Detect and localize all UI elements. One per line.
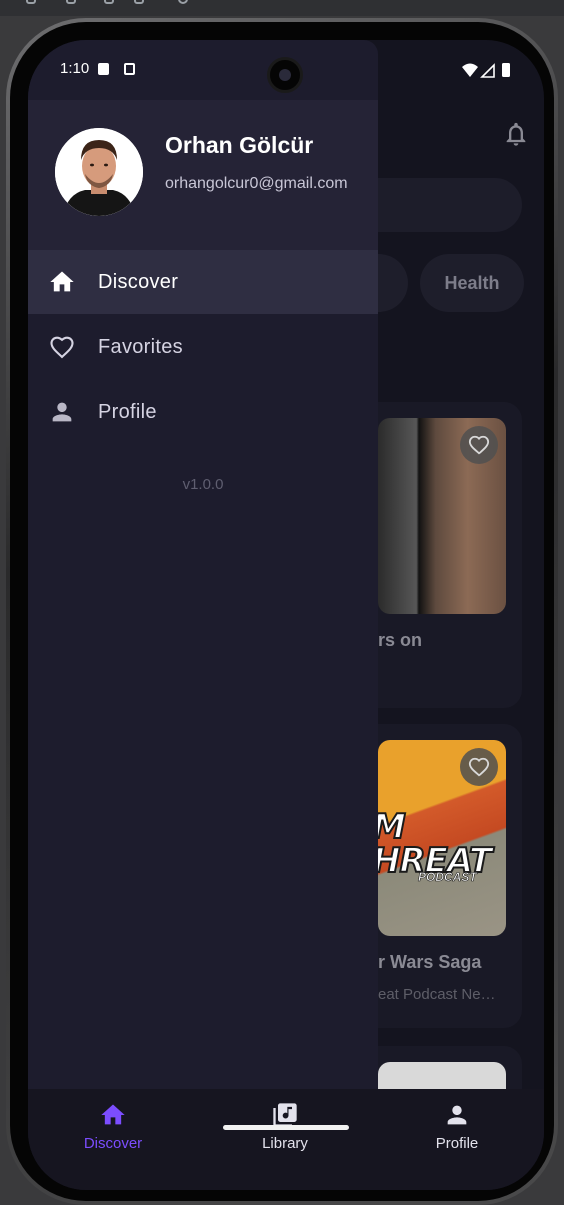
category-chip-label: Health — [444, 272, 500, 293]
app-version: v1.0.0 — [182, 476, 224, 493]
phone-screen: y Health rs on M HREAT PODCAST r Wars Sa… — [28, 40, 544, 1190]
bottom-nav-label: Discover — [83, 1135, 143, 1152]
podcast-title: r Wars Saga — [378, 952, 482, 972]
podcast-subtitle: eat Podcast Ne… — [378, 986, 496, 1003]
avatar[interactable] — [55, 128, 143, 216]
navigation-drawer: 1:10 Orhan Gölcür orhangolcur0@gmail.com — [28, 40, 378, 1090]
heart-outline-icon — [50, 336, 74, 359]
bottom-navigation-bar: Discover Library Profile — [28, 1089, 544, 1190]
status-bar-icons — [462, 63, 510, 78]
home-icon — [50, 271, 74, 292]
drawer-item-profile[interactable]: Profile — [28, 380, 378, 444]
bottom-nav-label: Profile — [435, 1135, 479, 1152]
toolbar-icon[interactable] — [26, 0, 36, 4]
notification-bell-icon[interactable] — [502, 120, 530, 148]
sd-card-icon — [98, 63, 109, 75]
bottom-nav-profile[interactable]: Profile — [397, 1101, 517, 1157]
front-camera — [267, 57, 303, 93]
drawer-item-favorites[interactable]: Favorites — [28, 315, 378, 379]
emulator-toolbar — [0, 0, 564, 16]
avatar-photo — [55, 128, 143, 216]
screenshot-icon[interactable] — [104, 0, 114, 4]
podcast-logo-subtext: PODCAST — [418, 870, 477, 885]
category-chip-health[interactable]: Health — [420, 254, 524, 312]
signal-icon — [480, 63, 495, 78]
drawer-item-label: Favorites — [98, 335, 183, 358]
status-time: 1:10 — [60, 60, 90, 77]
battery-icon — [502, 63, 510, 77]
podcast-title: rs on — [378, 630, 423, 650]
bottom-nav-label: Library — [262, 1135, 308, 1152]
settings-icon[interactable] — [66, 0, 76, 4]
person-icon — [447, 1105, 467, 1125]
gesture-home-bar[interactable] — [223, 1125, 349, 1130]
user-email: orhangolcur0@gmail.com — [165, 175, 348, 192]
help-icon[interactable] — [178, 0, 188, 4]
podcast-thumbnail — [378, 418, 506, 614]
record-icon[interactable] — [134, 0, 144, 4]
wifi-icon — [462, 63, 478, 77]
podcast-logo-text: M HREAT — [378, 809, 493, 881]
user-name: Orhan Gölcür — [165, 132, 314, 158]
home-icon — [101, 1104, 125, 1125]
favorite-button[interactable] — [460, 748, 498, 786]
bottom-nav-discover[interactable]: Discover — [53, 1101, 173, 1157]
drawer-item-discover[interactable]: Discover — [28, 250, 378, 314]
podcast-thumbnail: M HREAT PODCAST — [378, 740, 506, 936]
font-icon — [124, 63, 135, 75]
heart-outline-icon — [468, 435, 490, 455]
favorite-button[interactable] — [460, 426, 498, 464]
drawer-item-label: Profile — [98, 400, 157, 423]
heart-outline-icon — [468, 757, 490, 777]
drawer-header: Orhan Gölcür orhangolcur0@gmail.com — [28, 100, 378, 250]
drawer-item-label: Discover — [98, 270, 179, 293]
person-icon — [52, 402, 72, 422]
